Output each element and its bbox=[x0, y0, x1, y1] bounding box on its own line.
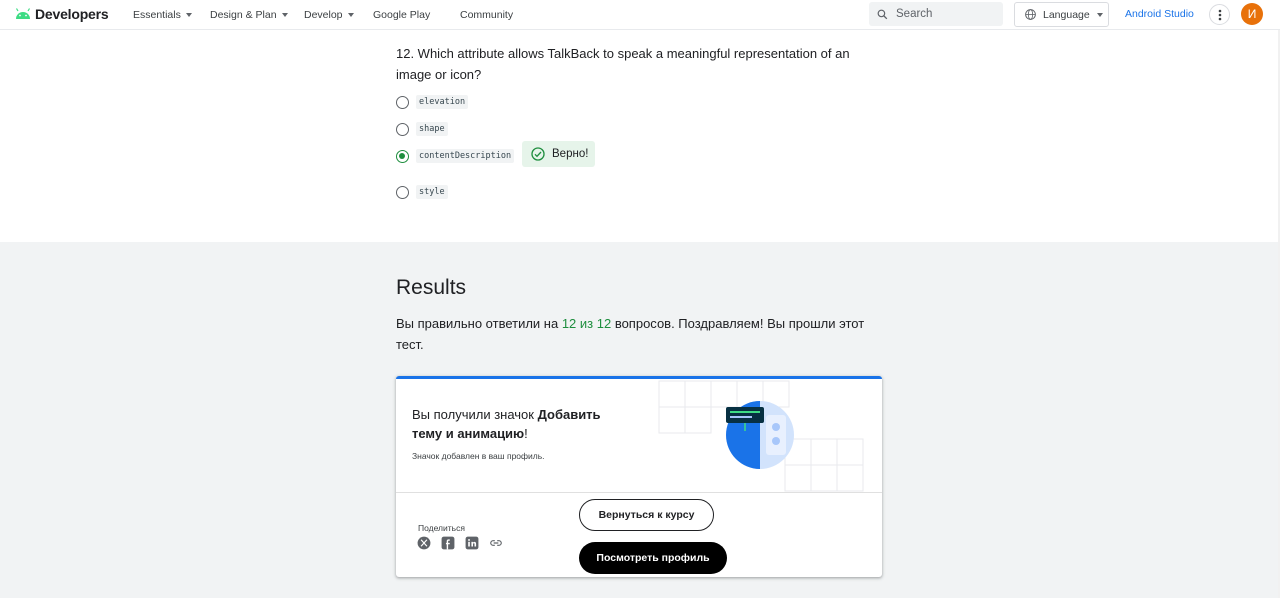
card-divider bbox=[396, 492, 882, 493]
caret-down-icon bbox=[281, 13, 288, 17]
results-score: 12 из 12 bbox=[561, 316, 612, 331]
caret-down-icon bbox=[1096, 12, 1103, 17]
language-label: Language bbox=[1043, 8, 1090, 21]
correct-feedback: Верно! bbox=[522, 141, 595, 167]
answer-option-selected[interactable]: contentDescription bbox=[396, 149, 515, 163]
link-icon[interactable] bbox=[489, 536, 503, 550]
answer-option[interactable]: shape bbox=[396, 122, 448, 136]
globe-icon bbox=[1025, 9, 1036, 20]
logo-text: Developers bbox=[35, 6, 109, 22]
option-label: shape bbox=[416, 122, 448, 136]
option-label: elevation bbox=[416, 95, 469, 109]
nav-community[interactable]: Community bbox=[460, 0, 513, 30]
badge-title-prefix: Вы получили значок bbox=[412, 407, 538, 422]
radio-button-checked[interactable] bbox=[396, 149, 409, 163]
top-app-bar: Developers Essentials Design & Plan Deve… bbox=[0, 0, 1280, 30]
results-text-before: Вы правильно ответили на bbox=[396, 316, 562, 331]
radio-button[interactable] bbox=[396, 122, 409, 136]
share-label: Поделиться bbox=[418, 523, 465, 533]
badge-phone bbox=[766, 415, 786, 455]
check-circle-icon bbox=[531, 147, 545, 161]
badge-illustration bbox=[658, 380, 864, 492]
share-icons bbox=[417, 536, 513, 550]
nav-google-play[interactable]: Google Play bbox=[373, 0, 430, 30]
radio-button[interactable] bbox=[396, 95, 409, 109]
more-vert-icon bbox=[1218, 9, 1221, 20]
caret-down-icon bbox=[347, 13, 354, 17]
option-label: style bbox=[416, 185, 448, 199]
badge-title: Вы получили значок Добавить тему и анима… bbox=[412, 405, 632, 443]
badge-title-suffix: ! bbox=[524, 426, 528, 441]
feedback-text: Верно! bbox=[552, 148, 589, 160]
search-input[interactable]: Search bbox=[869, 2, 1003, 26]
caret-down-icon bbox=[185, 13, 192, 17]
more-options-button[interactable] bbox=[1209, 4, 1230, 25]
nav-label: Essentials bbox=[133, 9, 181, 21]
nav-label: Design & Plan bbox=[210, 9, 277, 21]
answer-option[interactable]: style bbox=[396, 185, 448, 199]
nav-label: Google Play bbox=[373, 9, 431, 21]
nav-essentials[interactable]: Essentials bbox=[133, 0, 192, 30]
badge-card: Вы получили значок Добавить тему и анима… bbox=[396, 376, 882, 577]
nav-label: Develop bbox=[304, 9, 343, 21]
question-text: 12. Which attribute allows TalkBack to s… bbox=[396, 46, 850, 82]
search-placeholder: Search bbox=[896, 8, 933, 20]
badge-tooltip bbox=[726, 407, 764, 423]
linkedin-icon[interactable] bbox=[465, 536, 479, 550]
badge-subtitle: Значок добавлен в ваш профиль. bbox=[412, 451, 545, 461]
x-icon[interactable] bbox=[417, 536, 431, 550]
view-profile-button[interactable]: Посмотреть профиль bbox=[579, 542, 727, 574]
nav-develop[interactable]: Develop bbox=[304, 0, 354, 30]
nav-label: Community bbox=[460, 9, 514, 21]
android-logo-icon bbox=[15, 8, 31, 19]
nav-design-plan[interactable]: Design & Plan bbox=[210, 0, 288, 30]
developers-logo[interactable]: Developers bbox=[14, 4, 109, 24]
results-summary: Вы правильно ответили на 12 из 12 вопрос… bbox=[396, 313, 886, 355]
language-selector[interactable]: Language bbox=[1014, 2, 1109, 27]
back-to-course-button[interactable]: Вернуться к курсу bbox=[579, 499, 714, 531]
radio-button[interactable] bbox=[396, 185, 409, 199]
answer-option[interactable]: elevation bbox=[396, 95, 469, 109]
option-label: contentDescription bbox=[416, 149, 515, 163]
facebook-icon[interactable] bbox=[441, 536, 455, 550]
avatar[interactable]: И bbox=[1241, 3, 1263, 25]
android-studio-link[interactable]: Android Studio bbox=[1125, 8, 1194, 20]
results-title: Results bbox=[396, 276, 467, 299]
search-icon bbox=[877, 9, 888, 19]
